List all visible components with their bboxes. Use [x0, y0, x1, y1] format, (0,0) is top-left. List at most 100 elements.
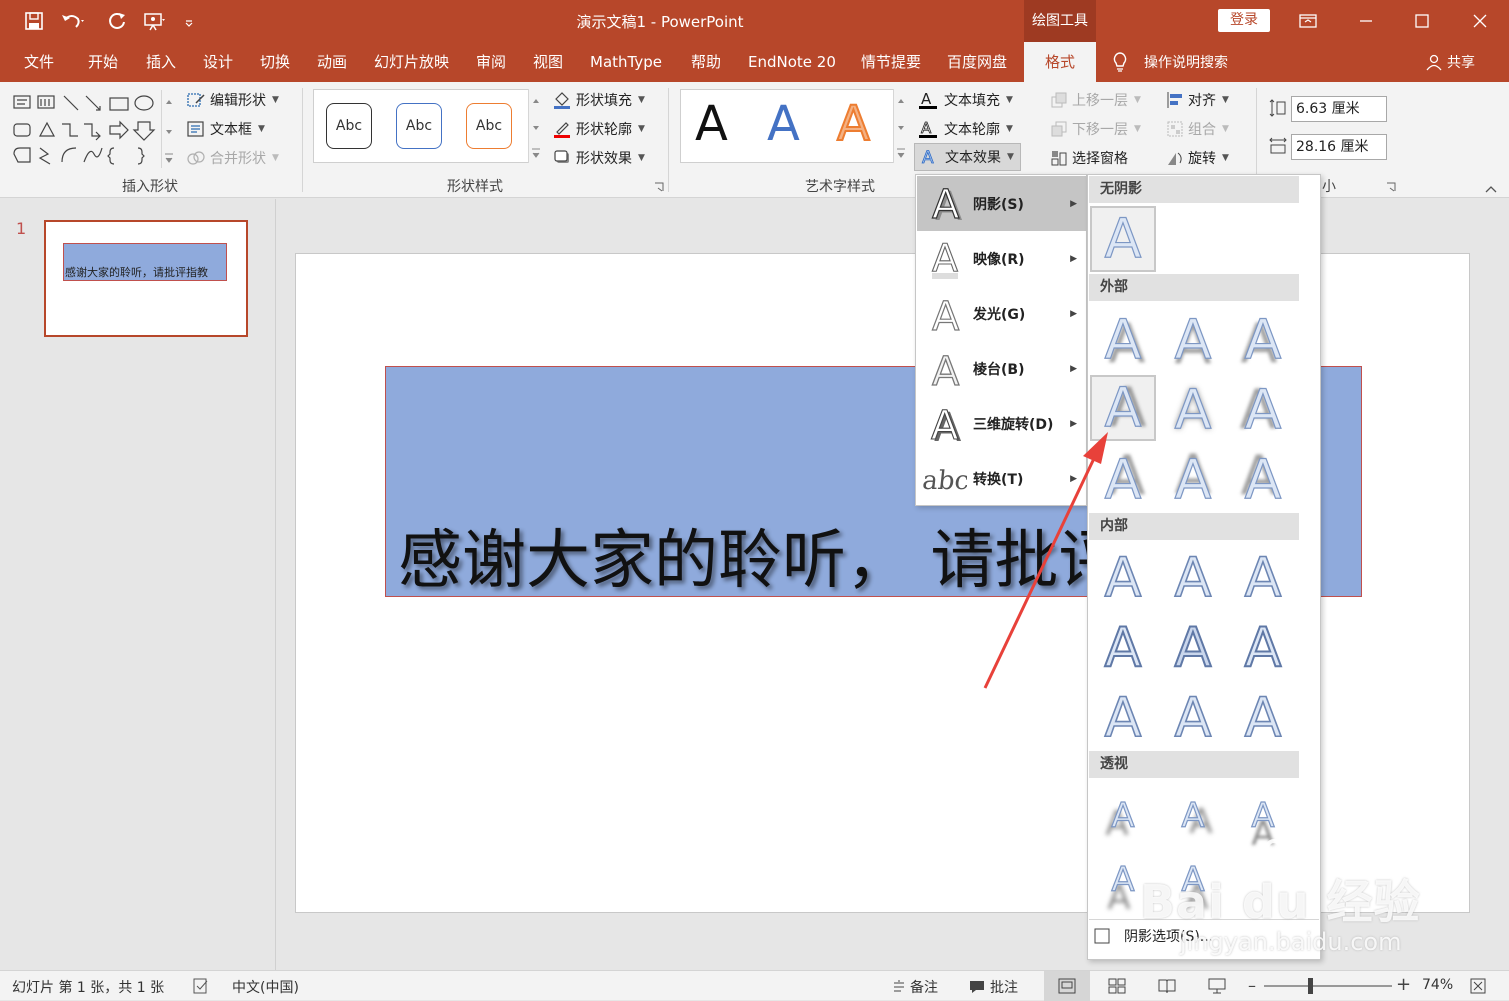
- comments-button[interactable]: 批注: [968, 977, 1018, 997]
- zoom-level[interactable]: 74%: [1422, 977, 1453, 993]
- close-icon[interactable]: [1452, 0, 1508, 42]
- tab-format[interactable]: 格式: [1024, 42, 1096, 82]
- shape-fill-button[interactable]: 形状填充 ▼: [552, 90, 645, 110]
- shadow-option-outer[interactable]: A: [1230, 447, 1296, 513]
- menu-item-glow[interactable]: A 发光(G) ▶: [917, 286, 1087, 341]
- shadow-option-inner[interactable]: A: [1230, 545, 1296, 611]
- spellcheck-icon[interactable]: [192, 977, 210, 995]
- align-button[interactable]: 对齐 ▼: [1166, 90, 1229, 110]
- group-button[interactable]: 组合 ▼: [1166, 119, 1229, 139]
- tab-slideshow[interactable]: 幻灯片放映: [374, 42, 449, 82]
- tell-me-search[interactable]: 操作说明搜索: [1112, 42, 1228, 82]
- zoom-slider-track[interactable]: [1264, 985, 1392, 987]
- text-fill-button[interactable]: A 文本填充 ▼: [918, 90, 1013, 110]
- redo-icon[interactable]: [108, 0, 128, 42]
- customize-qat-icon[interactable]: [184, 0, 194, 42]
- shadow-option-perspective[interactable]: A: [1160, 783, 1226, 849]
- text-outline-button[interactable]: A 文本轮廓 ▼: [918, 119, 1013, 139]
- tab-review[interactable]: 审阅: [476, 42, 506, 82]
- shadow-option-perspective[interactable]: A: [1090, 783, 1156, 849]
- minimize-icon[interactable]: [1338, 0, 1394, 42]
- tab-endnote[interactable]: EndNote 20: [748, 42, 836, 82]
- shape-style-swatch[interactable]: Abc: [326, 103, 372, 149]
- reading-view-icon[interactable]: [1158, 978, 1176, 994]
- zoom-slider-thumb[interactable]: [1308, 978, 1313, 994]
- shadow-option-outer[interactable]: A: [1230, 377, 1296, 443]
- shadow-option-outer[interactable]: A: [1090, 307, 1156, 373]
- slideshow-from-start-icon[interactable]: [142, 0, 166, 42]
- merge-shapes-button[interactable]: 合并形状 ▼: [186, 148, 279, 168]
- notes-button[interactable]: 备注: [892, 977, 938, 997]
- paint-bucket-icon: [552, 90, 572, 110]
- tab-transitions[interactable]: 切换: [260, 42, 290, 82]
- fit-to-window-icon[interactable]: [1470, 978, 1486, 994]
- shape-effects-button[interactable]: 形状效果 ▼: [552, 148, 645, 168]
- zoom-out-icon[interactable]: –: [1248, 976, 1256, 995]
- shape-width-input[interactable]: 28.16 厘米: [1291, 134, 1387, 160]
- slideshow-view-icon[interactable]: [1208, 978, 1226, 994]
- rotate-button[interactable]: 旋转 ▼: [1166, 148, 1229, 168]
- wordart-sample[interactable]: A: [695, 100, 728, 148]
- menu-item-reflection[interactable]: A 映像(R) ▶: [917, 231, 1087, 286]
- tab-mathtype[interactable]: MathType: [590, 42, 662, 82]
- shadow-option-outer[interactable]: A: [1160, 377, 1226, 443]
- shapes-gallery[interactable]: [10, 90, 176, 168]
- zoom-in-icon[interactable]: +: [1396, 974, 1411, 995]
- language-indicator[interactable]: 中文(中国): [232, 977, 299, 997]
- shadow-option-outer[interactable]: A: [1230, 307, 1296, 373]
- watermark-url: jingyan.baidu.com: [1180, 928, 1402, 956]
- shadow-option-inner[interactable]: A: [1230, 685, 1296, 751]
- slide-thumbnail[interactable]: 感谢大家的聆听，请批评指教: [44, 220, 248, 337]
- dialog-launcher-icon[interactable]: [654, 182, 664, 192]
- tab-animations[interactable]: 动画: [317, 42, 347, 82]
- text-box-button[interactable]: 文本框 ▼: [186, 119, 265, 139]
- edit-shape-icon: [186, 91, 206, 109]
- shadow-option-inner[interactable]: A: [1230, 615, 1296, 681]
- shadow-option-inner[interactable]: A: [1160, 545, 1226, 611]
- share-button[interactable]: 共享: [1425, 42, 1475, 82]
- tab-home[interactable]: 开始: [88, 42, 118, 82]
- shadow-option-outer[interactable]: A: [1160, 307, 1226, 373]
- tab-view[interactable]: 视图: [533, 42, 563, 82]
- wordart-sample[interactable]: A: [767, 100, 800, 148]
- selection-pane-button[interactable]: 选择窗格: [1050, 148, 1128, 168]
- tab-baidu-netdisk[interactable]: 百度网盘: [947, 42, 1007, 82]
- tab-insert[interactable]: 插入: [146, 42, 176, 82]
- tab-file[interactable]: 文件: [24, 42, 54, 82]
- text-effects-button[interactable]: A 文本效果 ▼: [914, 143, 1021, 171]
- dialog-launcher-icon[interactable]: [1386, 182, 1396, 192]
- collapse-ribbon-icon[interactable]: [1484, 184, 1498, 194]
- shapes-gallery-scroll[interactable]: [161, 90, 175, 168]
- shape-styles-scroll[interactable]: [528, 89, 542, 163]
- shape-height-input[interactable]: 6.63 厘米: [1291, 96, 1387, 122]
- shadow-option-none[interactable]: A: [1090, 206, 1156, 272]
- menu-item-bevel[interactable]: A 棱台(B) ▶: [917, 341, 1087, 396]
- menu-item-shadow[interactable]: AA 阴影(S) ▶: [917, 176, 1087, 231]
- save-icon[interactable]: [24, 0, 44, 42]
- text-box-icon: [186, 120, 206, 138]
- undo-icon[interactable]: [60, 0, 86, 42]
- shadow-option-inner[interactable]: A: [1160, 615, 1226, 681]
- login-button[interactable]: 登录: [1218, 9, 1270, 32]
- shadow-option-outer[interactable]: A: [1160, 447, 1226, 513]
- shadow-sample: A: [1174, 308, 1212, 371]
- tab-help[interactable]: 帮助: [691, 42, 721, 82]
- slide-sorter-icon[interactable]: [1108, 978, 1126, 994]
- shape-outline-button[interactable]: 形状轮廓 ▼: [552, 119, 645, 139]
- edit-shape-button[interactable]: 编辑形状 ▼: [186, 90, 279, 110]
- thumbnail-number: 1: [16, 219, 27, 238]
- shadow-option-inner[interactable]: A: [1160, 685, 1226, 751]
- bring-forward-button[interactable]: 上移一层 ▼: [1050, 90, 1141, 110]
- wordart-styles-gallery[interactable]: A A A: [680, 89, 894, 163]
- wordart-styles-scroll[interactable]: [893, 89, 907, 163]
- maximize-icon[interactable]: [1394, 0, 1450, 42]
- shape-style-swatch[interactable]: Abc: [396, 103, 442, 149]
- tab-storyboard[interactable]: 情节提要: [861, 42, 921, 82]
- ribbon-display-options-icon[interactable]: [1280, 0, 1336, 42]
- normal-view-button[interactable]: [1044, 971, 1090, 1001]
- shape-style-swatch[interactable]: Abc: [466, 103, 512, 149]
- tab-design[interactable]: 设计: [203, 42, 233, 82]
- send-backward-button[interactable]: 下移一层 ▼: [1050, 119, 1141, 139]
- wordart-sample[interactable]: A: [836, 99, 871, 149]
- shape-styles-gallery[interactable]: Abc Abc Abc: [313, 89, 529, 163]
